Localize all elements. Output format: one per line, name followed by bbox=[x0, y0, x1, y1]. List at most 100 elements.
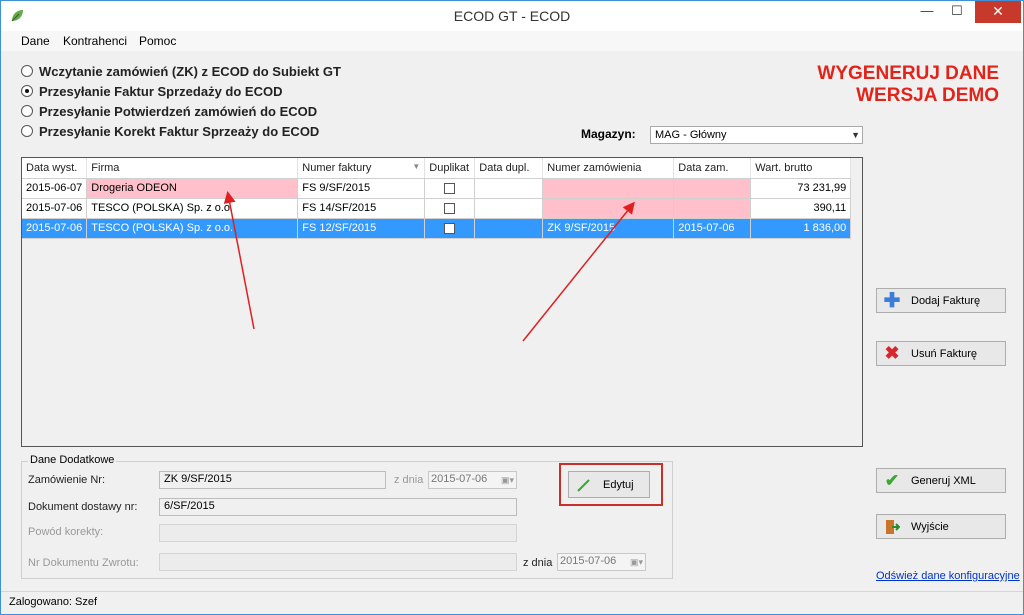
magazyn-label: Magazyn: bbox=[581, 127, 636, 141]
red-x-icon: ✖ bbox=[884, 343, 900, 363]
chevron-down-icon: ▼ bbox=[851, 130, 860, 140]
cell-date[interactable]: 2015-07-06 bbox=[22, 218, 88, 239]
order-date-picker[interactable]: 2015-07-06 ▣▾ bbox=[428, 471, 517, 489]
return-date-value: 2015-07-06 bbox=[560, 555, 617, 567]
cell-duplikat[interactable] bbox=[424, 178, 476, 199]
cell-number[interactable]: FS 12/SF/2015 bbox=[297, 218, 426, 239]
close-button[interactable]: ✕ bbox=[975, 1, 1021, 23]
cell-order-date[interactable] bbox=[673, 178, 752, 199]
column-header-order-number[interactable]: Numer zamówienia bbox=[542, 158, 675, 179]
duplikat-checkbox[interactable] bbox=[444, 202, 456, 214]
magazyn-select[interactable]: MAG - Główny ▼ bbox=[650, 126, 863, 144]
cell-brutto[interactable]: 1 836,00 bbox=[750, 218, 852, 239]
extra-data-legend: Dane Dodatkowe bbox=[28, 454, 117, 466]
cell-order-number[interactable] bbox=[542, 178, 675, 199]
option-send-corrections[interactable]: Przesyłanie Korekt Faktur Sprzeaży do EC… bbox=[21, 122, 319, 140]
order-date-label: z dnia bbox=[394, 474, 424, 486]
remove-invoice-button[interactable]: ✖ Usuń Fakturę bbox=[876, 341, 1006, 366]
menu-kontrahenci[interactable]: Kontrahenci bbox=[63, 34, 127, 48]
table-row[interactable]: 2015-07-06 TESCO (POLSKA) Sp. z o.o. FS … bbox=[22, 198, 852, 219]
correction-reason-label: Powód korekty: bbox=[28, 526, 104, 538]
maximize-button[interactable]: ☐ bbox=[943, 1, 971, 23]
radio-button[interactable] bbox=[21, 105, 33, 117]
invoice-grid[interactable]: Data wyst. Firma Numer faktury ▼ Duplika… bbox=[21, 157, 863, 447]
calendar-dropdown-icon: ▣▾ bbox=[500, 475, 514, 485]
duplikat-checkbox[interactable] bbox=[444, 222, 456, 234]
minimize-button[interactable]: — bbox=[913, 1, 941, 23]
cell-order-number[interactable] bbox=[542, 198, 675, 219]
table-row-selected[interactable]: 2015-07-06 TESCO (POLSKA) Sp. z o.o. FS … bbox=[22, 218, 852, 239]
sort-arrow-icon: ▼ bbox=[412, 162, 421, 171]
radio-button-selected[interactable] bbox=[21, 85, 33, 97]
cell-number[interactable]: FS 9/SF/2015 bbox=[297, 178, 426, 199]
magazyn-value: MAG - Główny bbox=[655, 129, 727, 141]
order-date-value: 2015-07-06 bbox=[431, 473, 488, 485]
column-header-number[interactable]: Numer faktury ▼ bbox=[297, 158, 426, 179]
column-header-number-label: Numer faktury bbox=[302, 161, 372, 174]
column-header-data-dupl[interactable]: Data dupl. bbox=[474, 158, 544, 179]
column-header-firma[interactable]: Firma bbox=[86, 158, 299, 179]
table-row[interactable]: 2015-06-07 Drogeria ODEON FS 9/SF/2015 7… bbox=[22, 178, 852, 199]
pencil-icon bbox=[575, 476, 593, 494]
title-bar: ECOD GT - ECOD — ☐ ✕ bbox=[1, 1, 1023, 31]
cell-date[interactable]: 2015-06-07 bbox=[22, 178, 88, 199]
radio-button[interactable] bbox=[21, 65, 33, 77]
cell-number[interactable]: FS 14/SF/2015 bbox=[297, 198, 426, 219]
remove-invoice-label: Usuń Fakturę bbox=[911, 347, 978, 360]
return-document-label: Nr Dokumentu Zwrotu: bbox=[28, 557, 139, 569]
option-label: Przesyłanie Korekt Faktur Sprzeaży do EC… bbox=[39, 123, 320, 139]
order-number-label: Zamówienie Nr: bbox=[28, 474, 106, 486]
cell-firma[interactable]: Drogeria ODEON bbox=[86, 178, 299, 199]
cell-brutto[interactable]: 73 231,99 bbox=[750, 178, 852, 199]
option-import-orders[interactable]: Wczytanie zamówień (ZK) z ECOD do Subiek… bbox=[21, 62, 341, 80]
generate-xml-button[interactable]: ✔ Generuj XML bbox=[876, 468, 1006, 493]
column-header-duplikat[interactable]: Duplikat bbox=[424, 158, 476, 179]
option-send-confirmations[interactable]: Przesyłanie Potwierdzeń zamówień do ECOD bbox=[21, 102, 317, 120]
plus-icon: ✚ bbox=[883, 290, 901, 312]
option-label: Przesyłanie Potwierdzeń zamówień do ECOD bbox=[39, 103, 318, 119]
cell-firma[interactable]: TESCO (POLSKA) Sp. z o.o. bbox=[86, 198, 299, 219]
menu-bar: Dane Kontrahenci Pomoc bbox=[1, 31, 1023, 51]
cell-order-date[interactable]: 2015-07-06 bbox=[673, 218, 752, 239]
refresh-config-link[interactable]: Odśwież dane konfiguracyjne bbox=[876, 570, 1020, 582]
cell-duplikat[interactable] bbox=[424, 218, 476, 239]
delivery-document-label: Dokument dostawy nr: bbox=[28, 501, 138, 513]
return-document-field[interactable] bbox=[159, 553, 517, 571]
generate-xml-label: Generuj XML bbox=[911, 474, 976, 487]
add-invoice-label: Dodaj Fakturę bbox=[911, 294, 981, 307]
status-bar: Zalogowano: Szef bbox=[1, 591, 1023, 614]
cell-brutto[interactable]: 390,11 bbox=[750, 198, 852, 219]
exit-door-icon bbox=[883, 518, 901, 536]
calendar-dropdown-icon: ▣▾ bbox=[629, 557, 643, 567]
cell-data-dupl[interactable] bbox=[474, 198, 544, 219]
menu-pomoc[interactable]: Pomoc bbox=[139, 34, 176, 48]
cell-duplikat[interactable] bbox=[424, 198, 476, 219]
cell-date[interactable]: 2015-07-06 bbox=[22, 198, 88, 219]
add-invoice-button[interactable]: ✚ Dodaj Fakturę bbox=[876, 288, 1006, 313]
cell-order-number[interactable]: ZK 9/SF/2015 bbox=[542, 218, 675, 239]
cell-data-dupl[interactable] bbox=[474, 218, 544, 239]
exit-button[interactable]: Wyjście bbox=[876, 514, 1006, 539]
column-header-order-date[interactable]: Data zam. bbox=[673, 158, 752, 179]
menu-dane[interactable]: Dane bbox=[21, 34, 50, 48]
radio-button[interactable] bbox=[21, 125, 33, 137]
demo-banner-line2: WERSJA DEMO bbox=[856, 85, 999, 106]
column-header-date[interactable]: Data wyst. bbox=[22, 158, 88, 179]
cell-firma[interactable]: TESCO (POLSKA) Sp. z o.o. bbox=[86, 218, 299, 239]
option-label: Przesyłanie Faktur Sprzedaży do ECOD bbox=[39, 83, 283, 99]
exit-label: Wyjście bbox=[911, 520, 949, 533]
status-text: Zalogowano: Szef bbox=[9, 596, 98, 608]
column-header-brutto[interactable]: Wart. brutto bbox=[750, 158, 852, 179]
edit-button[interactable]: Edytuj bbox=[568, 471, 650, 498]
invoice-table: Data wyst. Firma Numer faktury ▼ Duplika… bbox=[22, 158, 852, 239]
delivery-document-field[interactable]: 6/SF/2015 bbox=[159, 498, 517, 516]
cell-data-dupl[interactable] bbox=[474, 178, 544, 199]
edit-label: Edytuj bbox=[603, 478, 634, 491]
cell-order-date[interactable] bbox=[673, 198, 752, 219]
demo-banner-line1: WYGENERUJ DANE bbox=[817, 63, 999, 84]
order-number-field[interactable]: ZK 9/SF/2015 bbox=[159, 471, 386, 489]
return-date-picker[interactable]: 2015-07-06 ▣▾ bbox=[557, 553, 646, 571]
correction-reason-field[interactable] bbox=[159, 524, 517, 542]
option-send-invoices[interactable]: Przesyłanie Faktur Sprzedaży do ECOD bbox=[21, 82, 282, 100]
duplikat-checkbox[interactable] bbox=[444, 182, 456, 194]
